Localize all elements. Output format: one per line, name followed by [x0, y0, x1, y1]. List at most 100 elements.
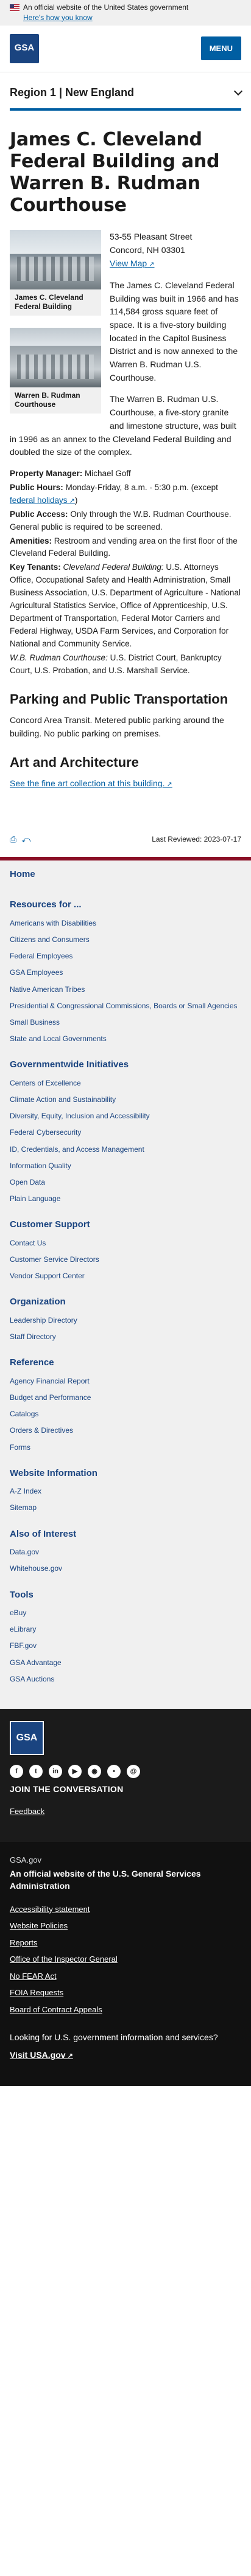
view-map-link[interactable]: View Map	[110, 258, 155, 268]
footer-nav-heading[interactable]: Customer Support	[10, 1218, 241, 1232]
share-icon[interactable]: ⤺	[21, 833, 30, 846]
footer-nav-list: Americans with Disabilities Citizens and …	[10, 918, 241, 1044]
footer-nav-link[interactable]: Federal Employees	[10, 951, 241, 961]
footer-nav-link[interactable]: Leadership Directory	[10, 1315, 241, 1325]
footer-nav-heading[interactable]: Reference	[10, 1356, 241, 1370]
region-label: Region 1 | New England	[10, 86, 135, 99]
footer-nav-link[interactable]: Americans with Disabilities	[10, 918, 241, 928]
footer-link[interactable]: No FEAR Act	[10, 1972, 57, 1981]
footer-nav-link[interactable]: ID, Credentials, and Access Management	[10, 1144, 241, 1154]
twitter-icon[interactable]: t	[29, 1764, 43, 1778]
share-row: ⎙ ⤺ Last Reviewed: 2023-07-17	[10, 833, 241, 846]
tenant-building-label: Cleveland Federal Building:	[63, 563, 164, 572]
footer-nav-link[interactable]: Native American Tribes	[10, 985, 241, 994]
fact-label: Property Manager:	[10, 468, 83, 478]
footer-nav-link[interactable]: eLibrary	[10, 1624, 241, 1634]
footer-nav-link[interactable]: Agency Financial Report	[10, 1376, 241, 1386]
footer-nav-link[interactable]: Sitemap	[10, 1503, 241, 1512]
footer-nav-link[interactable]: GSA Employees	[10, 968, 241, 977]
footer-nav-link[interactable]: Whitehouse.gov	[10, 1563, 241, 1573]
footer-nav-link[interactable]: State and Local Governments	[10, 1034, 241, 1044]
footer-nav-heading[interactable]: Governmentwide Initiatives	[10, 1058, 241, 1072]
footer-nav-list: A-Z Index Sitemap	[10, 1486, 241, 1512]
footer-nav-link[interactable]: Contact Us	[10, 1238, 241, 1248]
footer-nav-link[interactable]: Federal Cybersecurity	[10, 1127, 241, 1137]
cleveland-building-photo	[10, 229, 101, 289]
footer-nav-link[interactable]: FBF.gov	[10, 1641, 241, 1650]
print-icon[interactable]: ⎙	[10, 833, 16, 846]
footer-nav-heading[interactable]: Tools	[10, 1588, 241, 1602]
fact-value: Monday-Friday, 8 a.m. - 5:30 p.m. (excep…	[65, 482, 218, 492]
footer-nav-link[interactable]: Small Business	[10, 1017, 241, 1027]
footer-nav-list: Leadership Directory Staff Directory	[10, 1315, 241, 1342]
footer-nav-link[interactable]: Centers of Excellence	[10, 1078, 241, 1088]
region-divider	[10, 108, 241, 111]
fact-value: U.S. Attorneys Office, Occupational Safe…	[10, 563, 241, 648]
federal-holidays-link[interactable]: federal holidays	[10, 496, 75, 505]
region-selector[interactable]: Region 1 | New England	[0, 72, 251, 108]
footer-nav-link[interactable]: Budget and Performance	[10, 1393, 241, 1402]
footer-link[interactable]: Board of Contract Appeals	[10, 2005, 102, 2014]
footer-gsa-logo[interactable]: GSA	[10, 1720, 44, 1755]
footer-nav-link[interactable]: Citizens and Consumers	[10, 935, 241, 944]
footer-nav-link[interactable]: Data.gov	[10, 1547, 241, 1557]
linkedin-icon[interactable]: in	[49, 1764, 62, 1778]
email-icon[interactable]: @	[127, 1764, 140, 1778]
gov-banner: An official website of the United States…	[0, 0, 251, 26]
footer-links: Accessibility statement Website Policies R…	[10, 1903, 241, 2016]
footer-nav-heading[interactable]: Organization	[10, 1295, 241, 1309]
footer-nav-link[interactable]: A-Z Index	[10, 1486, 241, 1496]
visit-usa-link[interactable]: Visit USA.gov	[10, 2049, 73, 2062]
footer-nav-link[interactable]: Climate Action and Sustainability	[10, 1095, 241, 1104]
footer-nav-link[interactable]: Catalogs	[10, 1409, 241, 1419]
instagram-icon[interactable]: ◉	[88, 1764, 101, 1778]
footer-identifier: GSA.gov An official website of the U.S. …	[0, 1841, 251, 2086]
building-facts: Property Manager: Michael Goff Public Ho…	[10, 468, 241, 677]
footer-nav-heading[interactable]: Also of Interest	[10, 1528, 241, 1542]
footer-link-item: No FEAR Act	[10, 1970, 241, 1982]
official-site-text: An official website of the U.S. General …	[10, 1869, 201, 1891]
footer-nav-link[interactable]: Presidential & Congressional Commissions…	[10, 1001, 241, 1011]
footer-social: GSA f t in ▶ ◉ • @ JOIN THE CONVERSATION…	[0, 1708, 251, 1842]
footer-link[interactable]: Accessibility statement	[10, 1905, 90, 1914]
footer-nav-list: Agency Financial Report Budget and Perfor…	[10, 1376, 241, 1452]
rudman-courthouse-photo	[10, 327, 101, 387]
fact-value: Michael Goff	[85, 468, 131, 478]
footer-nav-link[interactable]: Open Data	[10, 1177, 241, 1187]
how-you-know-link[interactable]: Here's how you know	[23, 13, 241, 23]
footer-nav-link[interactable]: Customer Service Directors	[10, 1255, 241, 1264]
footer-link[interactable]: Reports	[10, 1938, 38, 1947]
footer-link[interactable]: FOIA Requests	[10, 1988, 63, 1997]
fine-art-link[interactable]: See the fine art collection at this buil…	[10, 778, 172, 788]
menu-button[interactable]: MENU	[200, 36, 241, 61]
footer-home-link[interactable]: Home	[10, 868, 241, 882]
facebook-icon[interactable]: f	[10, 1764, 23, 1778]
photo-caption: Warren B. Rudman Courthouse	[10, 387, 101, 414]
footer-link-item: FOIA Requests	[10, 1987, 241, 1999]
footer-link[interactable]: Website Policies	[10, 1921, 68, 1930]
flickr-icon[interactable]: •	[107, 1764, 121, 1778]
gsa-logo[interactable]: GSA	[10, 33, 39, 63]
footer-nav-link[interactable]: GSA Auctions	[10, 1674, 241, 1684]
footer-nav-link[interactable]: Plain Language	[10, 1194, 241, 1203]
footer-nav-link[interactable]: Vendor Support Center	[10, 1271, 241, 1281]
footer-nav-link[interactable]: Diversity, Equity, Inclusion and Accessi…	[10, 1111, 241, 1121]
photo-caption: James C. Cleveland Federal Building	[10, 289, 101, 316]
footer-nav-link[interactable]: GSA Advantage	[10, 1658, 241, 1667]
youtube-icon[interactable]: ▶	[68, 1764, 82, 1778]
footer-nav-link[interactable]: Forms	[10, 1442, 241, 1452]
fact-label: Public Access:	[10, 509, 68, 519]
feedback-link[interactable]: Feedback	[10, 1806, 44, 1818]
site-header: GSA MENU	[0, 26, 251, 72]
footer-nav-list: Centers of Excellence Climate Action and …	[10, 1078, 241, 1204]
footer-nav-link[interactable]: Orders & Directives	[10, 1425, 241, 1435]
fact-label: Key Tenants:	[10, 563, 61, 572]
footer-link[interactable]: Office of the Inspector General	[10, 1955, 118, 1964]
footer-nav-list: Contact Us Customer Service Directors Vend…	[10, 1238, 241, 1281]
footer-nav-heading[interactable]: Website Information	[10, 1467, 241, 1481]
footer-nav-heading[interactable]: Resources for ...	[10, 898, 241, 912]
art-heading: Art and Architecture	[10, 754, 139, 770]
footer-nav-link[interactable]: Information Quality	[10, 1161, 241, 1171]
footer-nav-link[interactable]: eBuy	[10, 1608, 241, 1618]
footer-nav-link[interactable]: Staff Directory	[10, 1332, 241, 1342]
